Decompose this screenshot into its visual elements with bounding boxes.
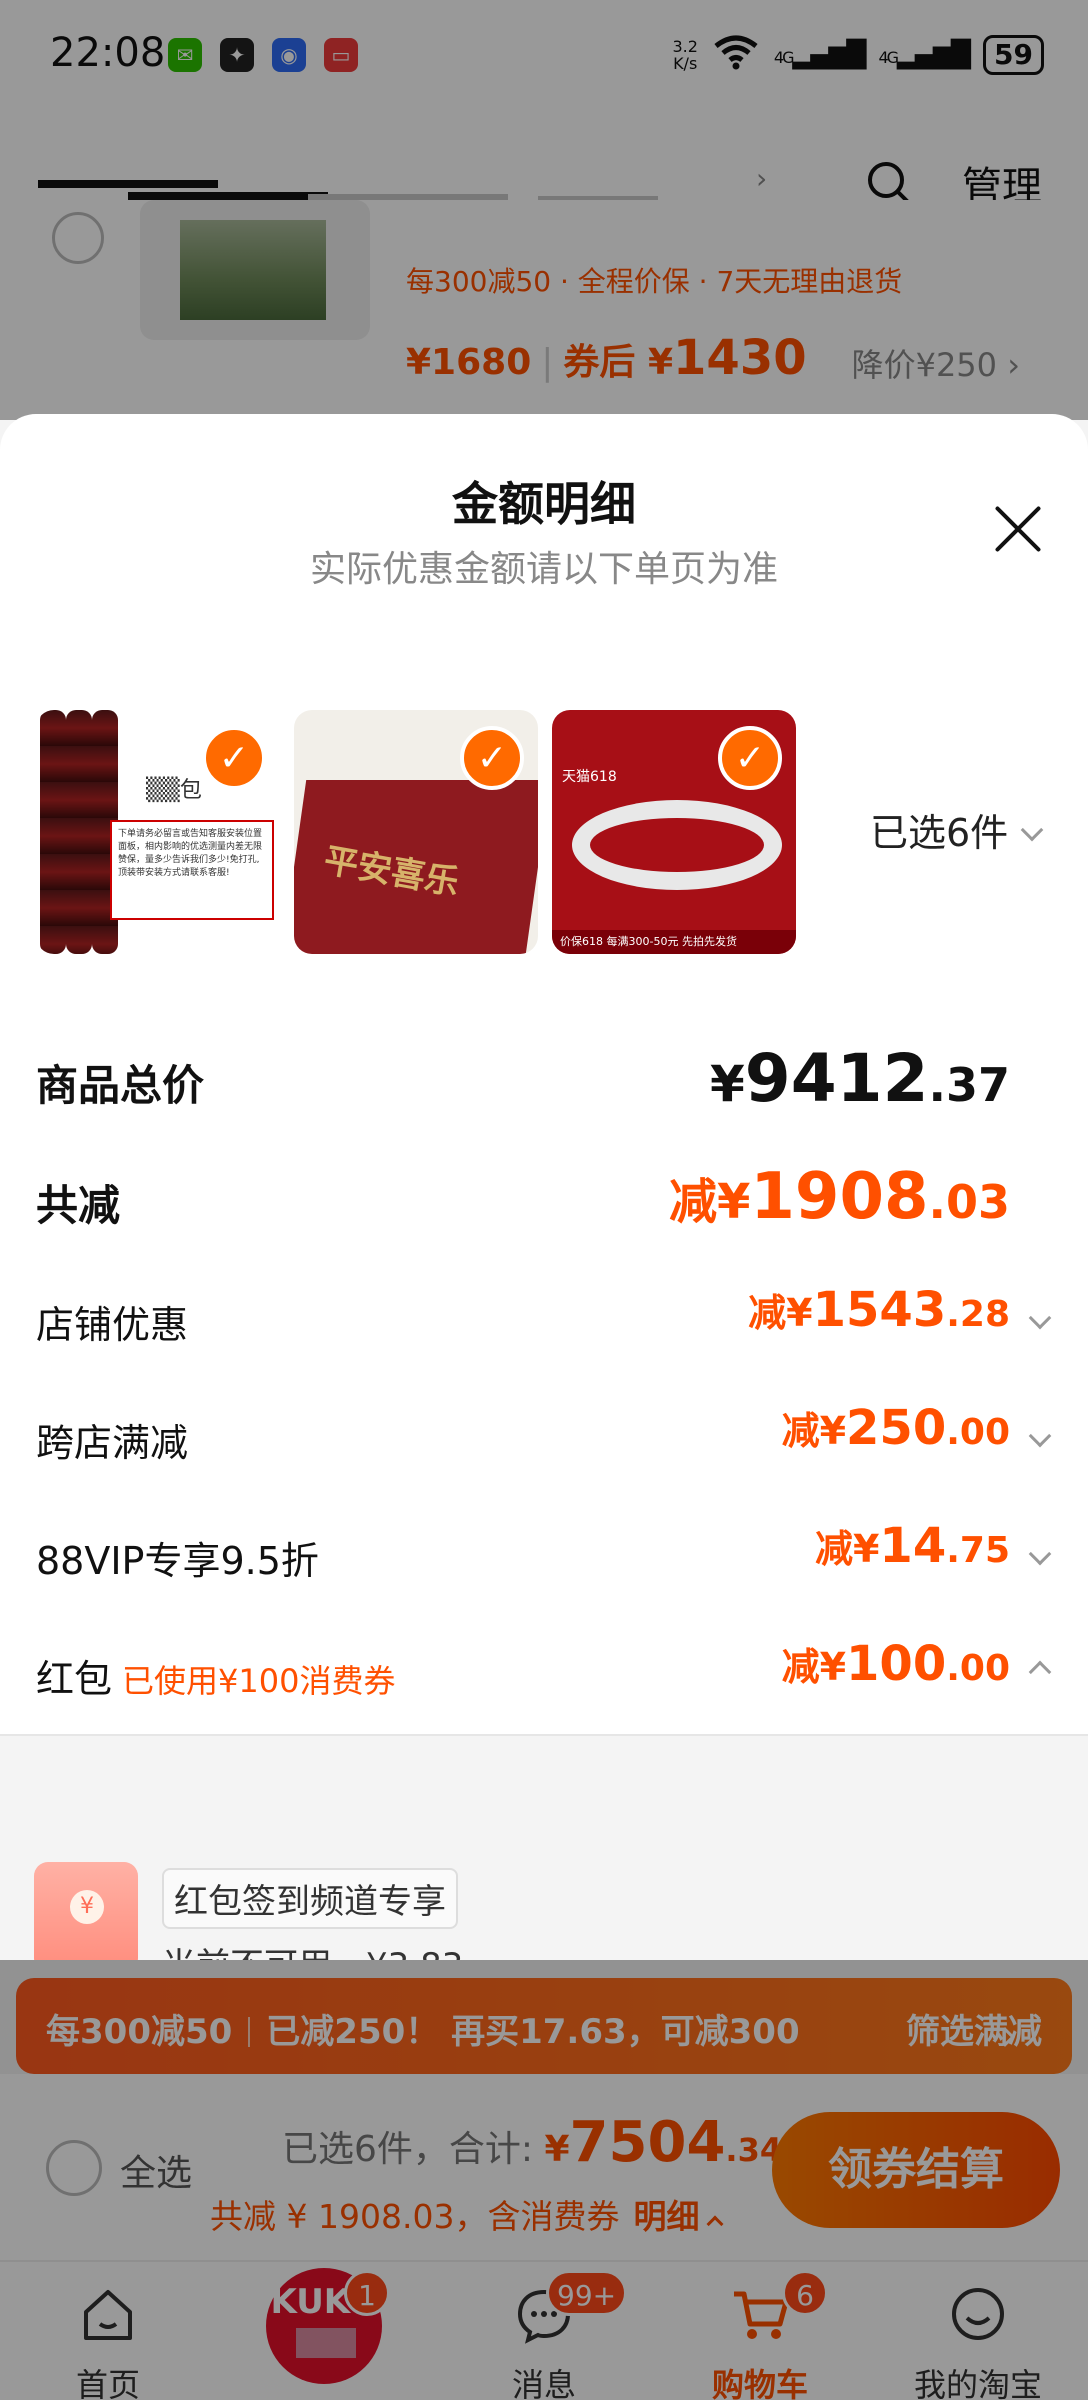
sheet-subtitle: 实际优惠金额请以下单页为准 <box>309 549 778 590</box>
chevron-down-icon[interactable] <box>1028 1424 1052 1448</box>
row-vip-discount[interactable]: 88VIP专享9.5折 减¥14.75 <box>36 1518 1054 1598</box>
red-envelope-icon <box>34 1862 138 1960</box>
chevron-down-icon[interactable] <box>1028 1542 1052 1566</box>
chevron-up-icon[interactable] <box>1028 1660 1052 1684</box>
item-thumbnail-3[interactable]: 天猫618 价保618 每满300-50元 先拍先发货 ✓ <box>552 710 796 954</box>
thumbnail-caption: 下单请务必留言或告知客服安装位置面板，相内影响的优选测量内差无限赞保，量多少告诉… <box>110 820 274 920</box>
thumbnail-footer: 价保618 每满300-50元 先拍先发货 <box>552 930 796 954</box>
red-packet-note: 已使用¥100消费券 <box>122 1662 396 1700</box>
thumbnail-caption: 天猫618 <box>562 769 617 785</box>
item-thumbnail-1[interactable]: ▒▒包 下单请务必留言或告知客服安装位置面板，相内影响的优选测量内差无限赞保，量… <box>36 710 280 954</box>
selected-count-dropdown[interactable]: 已选6件 <box>870 802 1044 857</box>
row-cross-store[interactable]: 跨店满减 减¥250.00 <box>36 1400 1054 1480</box>
bracelet-image <box>572 800 782 890</box>
red-packet-value: 减¥100.00 <box>781 1636 1010 1692</box>
selected-items-thumbnails: ▒▒包 下单请务必留言或告知客服安装位置面板，相内影响的优选测量内差无限赞保，量… <box>36 710 796 954</box>
check-icon[interactable]: ✓ <box>202 726 266 790</box>
row-red-packet[interactable]: 红包 已使用¥100消费券 减¥100.00 <box>36 1636 1054 1716</box>
row-total-price: 商品总价 ¥9412.37 <box>36 1040 1010 1117</box>
chevron-down-icon[interactable] <box>1028 1306 1052 1330</box>
row-total-reduce: 共减 减¥1908.03 <box>36 1160 1010 1234</box>
vip-discount-value: 减¥14.75 <box>814 1518 1010 1574</box>
check-icon[interactable]: ✓ <box>460 726 524 790</box>
shop-discount-value: 减¥1543.28 <box>748 1282 1010 1338</box>
channel-description: 当前不可用，¥3.83 <box>162 1938 463 1960</box>
check-icon[interactable]: ✓ <box>718 726 782 790</box>
row-shop-discount[interactable]: 店铺优惠 减¥1543.28 <box>36 1282 1054 1362</box>
modal-backdrop[interactable] <box>0 0 1088 420</box>
total-reduce-value: 减¥1908.03 <box>668 1160 1010 1234</box>
sheet-title: 金额明细 <box>452 477 636 531</box>
amount-detail-sheet: 金额明细 实际优惠金额请以下单页为准 ▒▒包 下单请务必留言或告知客服安装位置面… <box>0 414 1088 1960</box>
close-icon[interactable] <box>990 502 1046 558</box>
divider <box>0 1734 1088 1736</box>
total-price-value: ¥9412.37 <box>710 1040 1010 1117</box>
bottom-dim-overlay <box>0 1960 1088 2400</box>
item-thumbnail-2[interactable]: 平安喜乐 ✓ <box>294 710 538 954</box>
channel-tag: 红包签到频道专享 <box>162 1868 458 1929</box>
redacted-text: ▒▒包 <box>146 778 202 803</box>
cross-store-value: 减¥250.00 <box>781 1400 1010 1456</box>
chevron-down-icon <box>1020 818 1044 842</box>
